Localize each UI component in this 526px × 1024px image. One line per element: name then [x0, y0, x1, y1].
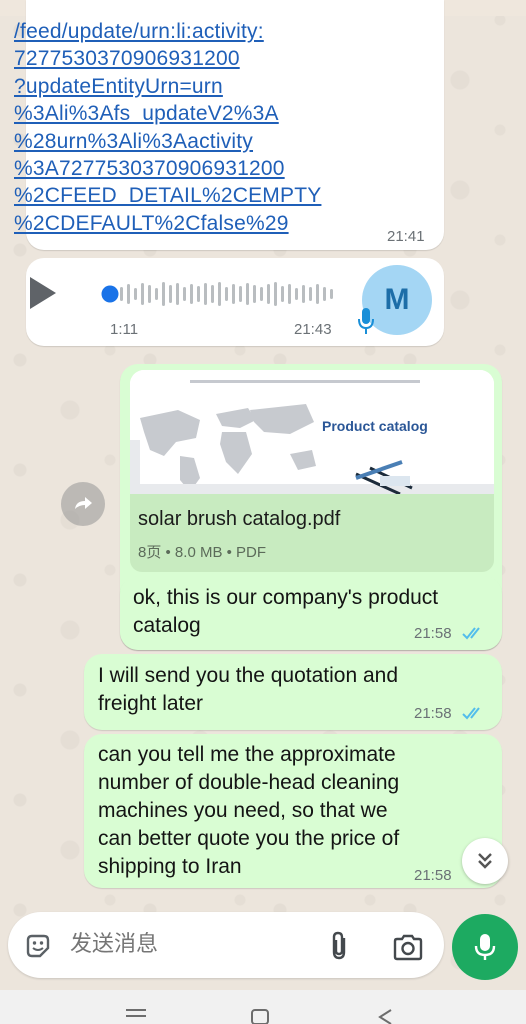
forward-icon	[75, 497, 92, 509]
message-line: I will send you the quotation and	[98, 664, 399, 687]
voice-record-button[interactable]	[452, 914, 518, 980]
message-time: 21:58	[414, 867, 452, 884]
world-map-image	[130, 370, 494, 494]
read-receipt-icon	[462, 627, 480, 640]
attach-icon[interactable]	[326, 930, 354, 962]
link-line[interactable]: %28urn%3Ali%3Aactivity	[14, 128, 354, 155]
home-icon[interactable]	[250, 1008, 270, 1024]
scroll-to-bottom-button[interactable]	[462, 838, 508, 884]
document-meta: 8页 • 8.0 MB • PDF	[138, 544, 267, 561]
message-line: freight later	[98, 692, 204, 715]
link-line[interactable]: %3A7277530370906931200	[14, 155, 354, 182]
message-time: 21:41	[387, 228, 425, 245]
message-text[interactable]: ok, this is our company's product catalo…	[133, 584, 438, 640]
document-file-name[interactable]: solar brush catalog.pdf	[138, 508, 340, 531]
system-navigation-bar	[0, 990, 526, 1024]
camera-icon[interactable]	[392, 933, 424, 961]
forward-button[interactable]	[61, 482, 105, 526]
double-chevron-down-icon	[478, 853, 492, 869]
read-receipt-icon	[462, 707, 480, 720]
mic-icon	[474, 934, 496, 960]
message-line: number of double-head cleaning	[98, 771, 400, 794]
link-line[interactable]: %2CDEFAULT%2Cfalse%29	[14, 210, 354, 237]
message-time: 21:58	[414, 705, 452, 722]
message-time: 21:58	[414, 625, 452, 642]
message-line: can better quote you the price of	[98, 827, 400, 850]
menu-icon[interactable]	[126, 1008, 146, 1022]
voice-waveform[interactable]	[100, 279, 336, 309]
message-text[interactable]: I will send you the quotation and freigh…	[98, 662, 398, 718]
link-line[interactable]: /feed/update/urn:li:activity:	[14, 18, 354, 45]
message-line: shipping to Iran	[98, 855, 242, 878]
link-line[interactable]: 7277530370906931200	[14, 45, 354, 72]
voice-duration: 1:11	[110, 321, 139, 338]
playback-position-dot	[101, 285, 119, 303]
play-icon[interactable]	[30, 277, 56, 309]
message-line: catalog	[133, 614, 201, 637]
link-message-text[interactable]: /feed/update/urn:li:activity: 7277530370…	[14, 18, 354, 237]
link-line[interactable]: ?updateEntityUrn=urn	[14, 73, 354, 100]
link-line[interactable]: %3Ali%3Afs_updateV2%3A	[14, 100, 354, 127]
back-icon[interactable]	[376, 1008, 394, 1024]
message-line: machines you need, so that we	[98, 799, 388, 822]
sticker-icon[interactable]	[24, 932, 52, 960]
document-preview[interactable]	[130, 370, 494, 494]
document-preview-title: Product catalog	[322, 418, 428, 434]
message-line: can you tell me the approximate	[98, 743, 396, 766]
message-line: ok, this is our company's product	[133, 586, 439, 609]
message-time: 21:43	[294, 321, 332, 338]
mic-icon	[358, 308, 374, 334]
message-text[interactable]: can you tell me the approximate number o…	[98, 741, 399, 881]
message-input[interactable]	[70, 932, 310, 957]
link-line[interactable]: %2CFEED_DETAIL%2CEMPTY	[14, 182, 354, 209]
